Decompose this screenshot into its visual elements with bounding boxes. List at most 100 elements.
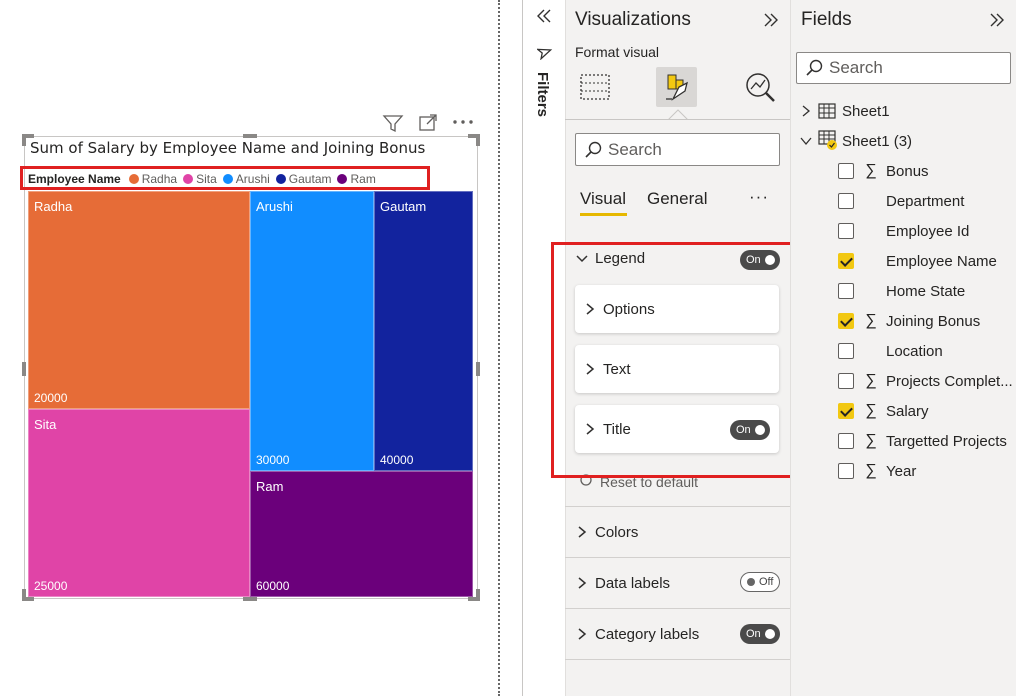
- pane-divider: [565, 119, 790, 120]
- viz-search-placeholder: Search: [608, 139, 662, 159]
- field-checkbox[interactable]: [838, 433, 854, 449]
- filters-label[interactable]: Filters: [534, 72, 551, 117]
- section-divider: [565, 659, 790, 660]
- tile-value: 60000: [256, 579, 290, 593]
- field-employee-name[interactable]: Employee Name: [838, 250, 997, 272]
- sigma-icon: ∑: [865, 462, 877, 479]
- filter-funnel-icon: [537, 48, 553, 60]
- collapse-left-icon[interactable]: [536, 8, 552, 24]
- field-label: Location: [886, 342, 943, 360]
- tile-name: Ram: [256, 479, 284, 494]
- field-checkbox[interactable]: [838, 193, 854, 209]
- sigma-icon: ∑: [865, 402, 877, 419]
- data-labels-toggle-label: Off: [759, 576, 774, 588]
- toggle-knob: [765, 629, 775, 639]
- field-label: Joining Bonus: [886, 312, 981, 330]
- tab-visual[interactable]: Visual: [580, 189, 626, 209]
- sigma-icon: ∑: [865, 162, 877, 179]
- field-label: Home State: [886, 282, 966, 300]
- colors-label: Colors: [595, 523, 639, 541]
- expand-right-icon[interactable]: [762, 12, 780, 28]
- fields-search-input[interactable]: Search: [796, 52, 1011, 84]
- chevron-right-icon: [578, 628, 587, 640]
- field-location[interactable]: Location: [838, 340, 943, 362]
- data-labels-toggle[interactable]: Off: [740, 572, 780, 592]
- page-divider: [498, 0, 500, 696]
- field-checkbox[interactable]: [838, 163, 854, 179]
- treemap-tile-ram[interactable]: Ram 60000: [250, 471, 473, 597]
- resize-handle[interactable]: [243, 134, 257, 138]
- field-checkbox[interactable]: [838, 313, 854, 329]
- tab-general[interactable]: General: [647, 189, 707, 209]
- resize-handle[interactable]: [22, 362, 26, 376]
- toggle-knob: [747, 578, 755, 586]
- analytics-icon[interactable]: [744, 71, 776, 103]
- tile-value: 20000: [34, 391, 68, 405]
- visualizations-title: Visualizations: [575, 9, 691, 30]
- tile-name: Sita: [34, 417, 57, 432]
- field-checkbox[interactable]: [838, 223, 854, 239]
- sigma-icon: ∑: [865, 372, 877, 389]
- treemap-tile-sita[interactable]: Sita 25000: [28, 409, 250, 597]
- table-icon: [818, 103, 836, 119]
- resize-handle[interactable]: [243, 597, 257, 601]
- field-label: Department: [886, 192, 965, 210]
- search-icon: [585, 141, 602, 158]
- visual-title: Sum of Salary by Employee Name and Joini…: [30, 139, 426, 157]
- chevron-right-icon: [802, 105, 811, 117]
- field-label: Bonus: [886, 162, 929, 180]
- build-visual-icon[interactable]: [579, 72, 611, 102]
- field-joining-bonus[interactable]: ∑ Joining Bonus: [838, 310, 980, 332]
- expand-right-icon[interactable]: [988, 12, 1006, 28]
- resize-handle[interactable]: [22, 134, 26, 146]
- category-labels-toggle[interactable]: On: [740, 624, 780, 644]
- field-salary[interactable]: ∑ Salary: [838, 400, 929, 422]
- field-label: Year: [886, 462, 917, 480]
- treemap-tile-gautam[interactable]: Gautam 40000: [374, 191, 473, 471]
- field-checkbox[interactable]: [838, 283, 854, 299]
- more-tabs-button[interactable]: ···: [749, 187, 769, 207]
- focus-mode-icon[interactable]: [418, 113, 438, 133]
- fields-search-placeholder: Search: [829, 58, 883, 77]
- field-projects-completed[interactable]: ∑ Projects Complet...: [838, 370, 1013, 392]
- resize-handle[interactable]: [476, 589, 480, 601]
- field-checkbox[interactable]: [838, 373, 854, 389]
- field-employee-id[interactable]: Employee Id: [838, 220, 969, 242]
- field-checkbox[interactable]: [838, 463, 854, 479]
- field-label: Projects Complet...: [886, 372, 1013, 390]
- fields-title: Fields: [801, 9, 852, 30]
- field-label: Employee Id: [886, 222, 970, 240]
- more-options-icon[interactable]: [452, 118, 474, 126]
- table-icon: [818, 130, 837, 150]
- field-checkbox[interactable]: [838, 343, 854, 359]
- field-targetted-projects[interactable]: ∑ Targetted Projects: [838, 430, 1007, 452]
- tab-visual-underline: [580, 213, 627, 216]
- format-paint-icon: [666, 74, 688, 101]
- treemap-tile-arushi[interactable]: Arushi 30000: [250, 191, 374, 471]
- tile-value: 40000: [380, 453, 414, 467]
- category-labels-toggle-label: On: [746, 628, 761, 640]
- sigma-icon: ∑: [865, 432, 877, 449]
- field-checkbox[interactable]: [838, 403, 854, 419]
- data-labels-label: Data labels: [595, 574, 671, 592]
- treemap-tile-radha[interactable]: Radha 20000: [28, 191, 250, 409]
- field-home-state[interactable]: Home State: [838, 280, 965, 302]
- colors-section[interactable]: Colors: [565, 506, 790, 557]
- format-visual-label: Format visual: [575, 44, 660, 60]
- viz-search-input[interactable]: Search: [575, 133, 780, 166]
- table-label: Sheet1 (3): [842, 132, 913, 150]
- field-year[interactable]: ∑ Year: [838, 460, 916, 482]
- field-department[interactable]: Department: [838, 190, 964, 212]
- table-sheet1[interactable]: Sheet1: [800, 100, 890, 122]
- field-label: Salary: [886, 402, 929, 420]
- field-bonus[interactable]: ∑ Bonus: [838, 160, 929, 182]
- resize-handle[interactable]: [476, 362, 480, 376]
- resize-handle[interactable]: [476, 134, 480, 146]
- field-checkbox[interactable]: [838, 253, 854, 269]
- tile-name: Gautam: [380, 199, 427, 214]
- chevron-right-icon: [578, 577, 587, 589]
- filter-icon[interactable]: [382, 113, 404, 133]
- table-sheet1-3[interactable]: Sheet1 (3): [800, 130, 912, 152]
- resize-handle[interactable]: [22, 589, 26, 601]
- field-label: Targetted Projects: [886, 432, 1007, 450]
